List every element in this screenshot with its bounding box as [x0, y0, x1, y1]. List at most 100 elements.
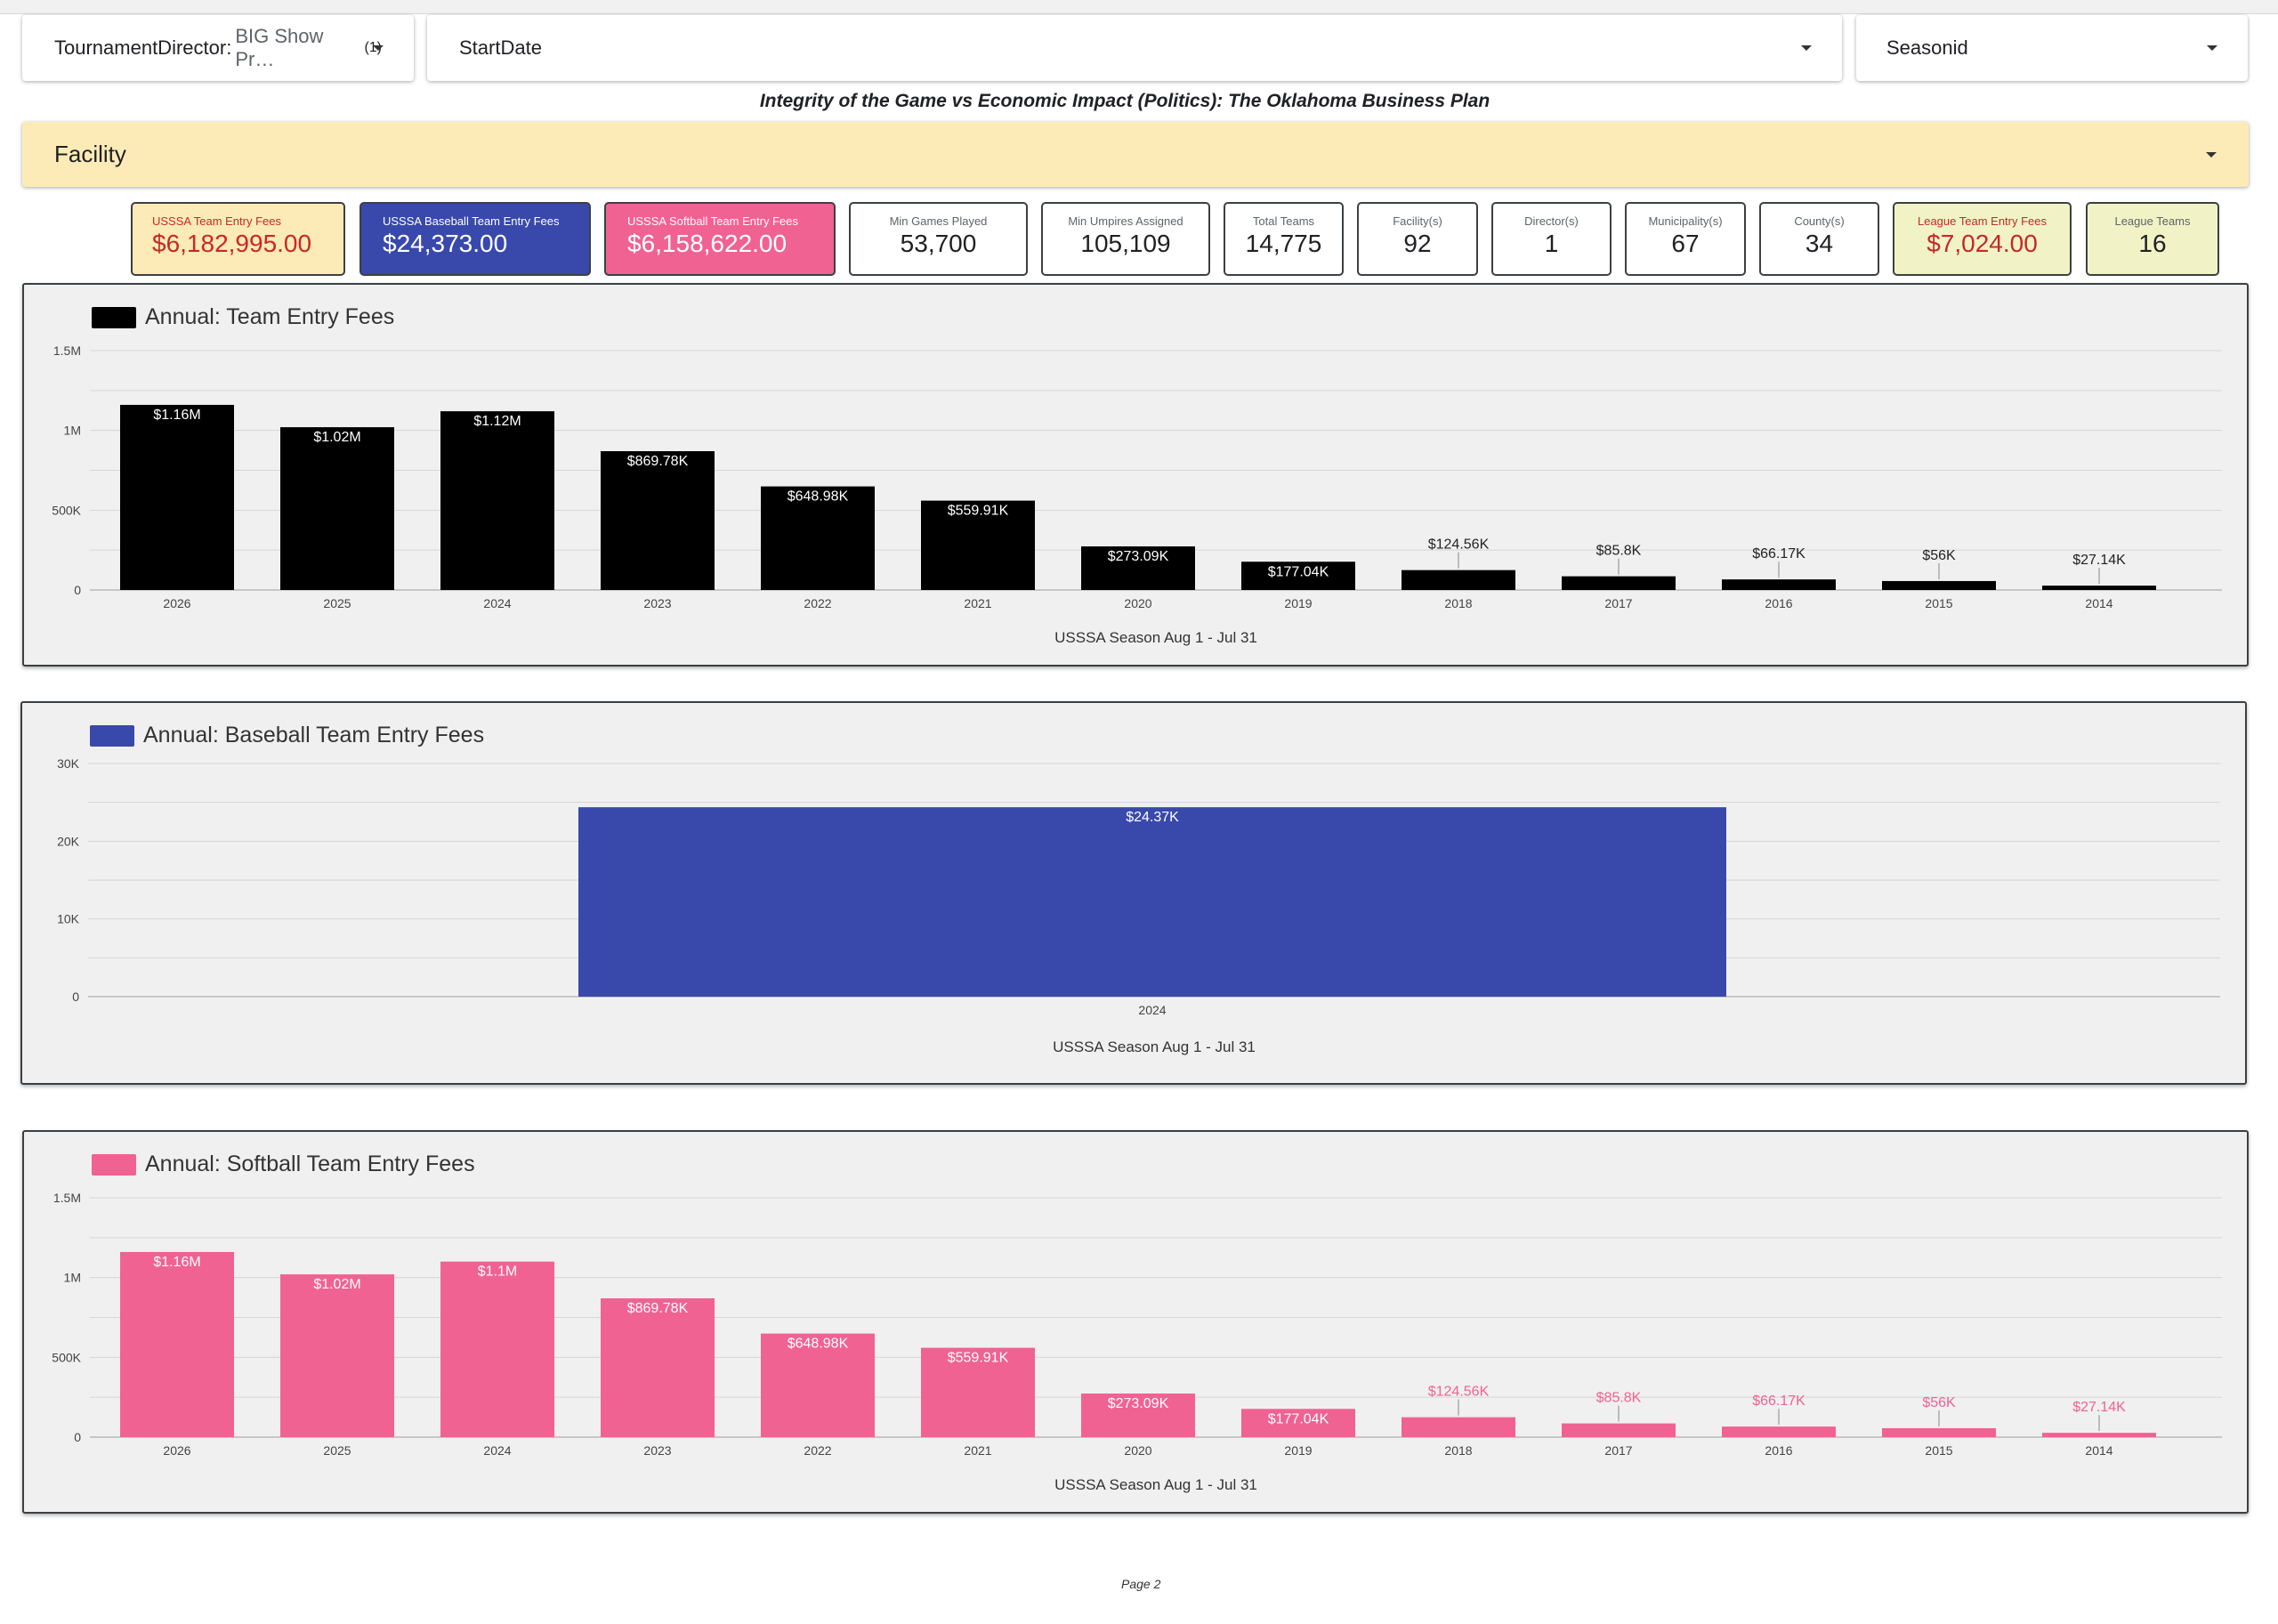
x-tick-label: 2018 [1444, 596, 1472, 610]
x-tick-label: 2024 [483, 596, 511, 610]
x-tick-label: 2020 [1124, 596, 1151, 610]
kpi-label: USSSA Team Entry Fees [152, 214, 281, 228]
kpi-label: Min Umpires Assigned [1068, 214, 1183, 228]
startdate-filter-dropdown[interactable]: StartDate [427, 15, 1842, 81]
data-label: $1.1M [478, 1264, 517, 1280]
x-tick-label: 2017 [1604, 596, 1632, 610]
x-tick-label: 2015 [1925, 1443, 1952, 1458]
facility-filter-label: Facility [54, 141, 126, 167]
kpi-value: 53,700 [900, 230, 977, 257]
bar [601, 451, 715, 590]
data-label: $66.17K [1752, 1394, 1805, 1409]
kpi-facilities: Facility(s) 92 [1357, 202, 1478, 276]
data-label: $27.14K [2072, 553, 2126, 568]
x-axis-label: USSSA Season Aug 1 - Jul 31 [1053, 1038, 1256, 1055]
x-tick-label: 2014 [2085, 596, 2112, 610]
data-label: $85.8K [1596, 544, 1642, 559]
data-label: $273.09K [1108, 549, 1169, 564]
bar [120, 1251, 234, 1437]
team-entry-fees-chart: 0 500K 1M 1.5M $1.16M 2026 $1.02M 2025 $1.12M 202… [52, 343, 2222, 646]
x-tick-label: 2020 [1124, 1443, 1151, 1458]
kpi-label: USSSA Baseball Team Entry Fees [383, 214, 560, 228]
facility-filter-dropdown[interactable]: Facility [22, 122, 2249, 187]
x-tick-label: 2014 [2085, 1443, 2112, 1458]
kpi-min-umpires-assigned: Min Umpires Assigned 105,109 [1041, 202, 1210, 276]
y-tick-label: 10K [57, 912, 80, 926]
data-label: $66.17K [1752, 546, 1805, 562]
x-tick-label: 2019 [1284, 596, 1312, 610]
bar [280, 1274, 394, 1437]
softball-entry-fees-chart-panel: Annual: Softball Team Entry Fees 0 500K 1M… [22, 1130, 2249, 1514]
kpi-league-team-entry-fees: League Team Entry Fees $7,024.00 [1893, 202, 2072, 276]
y-tick-label: 1M [64, 1271, 81, 1285]
director-filter-value: BIG Show Pr… [235, 25, 324, 70]
top-bar [0, 0, 2278, 14]
kpi-value: $7,024.00 [1927, 230, 2038, 257]
bar [280, 427, 394, 590]
x-tick-label: 2019 [1284, 1443, 1312, 1458]
bar [1882, 1427, 1996, 1437]
chevron-down-icon [1801, 45, 1812, 51]
x-axis-label: USSSA Season Aug 1 - Jul 31 [1054, 629, 1257, 646]
kpi-label: USSSA Softball Team Entry Fees [627, 214, 798, 228]
y-tick-label: 500K [52, 1350, 81, 1364]
x-tick-label: 2024 [483, 1443, 511, 1458]
y-tick-label: 0 [74, 1430, 81, 1444]
startdate-filter-label: StartDate [459, 36, 542, 59]
kpi-value: 105,109 [1080, 230, 1171, 257]
softball-entry-fees-chart: 0 500K 1M 1.5M $1.16M 2026 $1.02M 2025 $1.1M 2024… [52, 1191, 2222, 1493]
data-label: $869.78K [627, 454, 689, 469]
director-filter-dropdown[interactable]: TournamentDirector: BIG Show Pr… (1) [22, 15, 414, 81]
data-label: $27.14K [2072, 1400, 2126, 1415]
data-label: $124.56K [1428, 1385, 1490, 1400]
kpi-usssa-team-entry-fees: USSSA Team Entry Fees $6,182,995.00 [131, 202, 345, 276]
data-label: $124.56K [1428, 537, 1490, 553]
x-tick-label: 2016 [1765, 596, 1792, 610]
y-tick-label: 20K [57, 834, 80, 848]
y-tick-label: 1.5M [53, 343, 81, 358]
kpi-label: Director(s) [1524, 214, 1579, 228]
bar [1722, 579, 1836, 590]
bar [440, 411, 554, 590]
y-tick-label: 0 [74, 583, 81, 597]
x-tick-label: 2025 [323, 1443, 351, 1458]
y-tick-label: 1M [64, 424, 81, 438]
kpi-label: League Teams [2114, 214, 2191, 228]
y-tick-label: 500K [52, 503, 81, 517]
kpi-min-games-played: Min Games Played 53,700 [849, 202, 1028, 276]
kpi-counties: County(s) 34 [1759, 202, 1879, 276]
bar [578, 807, 1726, 997]
data-label: $648.98K [788, 1337, 849, 1352]
kpi-total-teams: Total Teams 14,775 [1224, 202, 1344, 276]
data-label: $177.04K [1268, 1411, 1329, 1426]
x-tick-label: 2021 [964, 1443, 991, 1458]
x-tick-label: 2016 [1765, 1443, 1792, 1458]
chevron-down-icon [2206, 152, 2217, 158]
x-tick-label: 2021 [964, 596, 991, 610]
data-label: $56K [1922, 548, 1956, 563]
kpi-label: Total Teams [1252, 214, 1315, 228]
y-tick-label: 30K [57, 756, 80, 771]
data-label: $1.02M [313, 1277, 360, 1292]
page-footer: Page 2 [1121, 1577, 1161, 1591]
kpi-league-teams: League Teams 16 [2086, 202, 2219, 276]
kpi-softball-team-entry-fees: USSSA Softball Team Entry Fees $6,158,62… [604, 202, 836, 276]
data-label: $1.16M [153, 1255, 200, 1270]
x-tick-label: 2026 [163, 1443, 190, 1458]
bar [440, 1261, 554, 1437]
kpi-value: 16 [2138, 230, 2167, 257]
team-entry-fees-chart-panel: Annual: Team Entry Fees 0 500K 1M 1.5M $1.16… [22, 283, 2249, 667]
x-tick-label: 2018 [1444, 1443, 1472, 1458]
kpi-directors: Director(s) 1 [1491, 202, 1612, 276]
x-tick-label: 2023 [643, 1443, 671, 1458]
data-label: $177.04K [1268, 564, 1329, 579]
bar [1882, 580, 1996, 590]
x-tick-label: 2025 [323, 596, 351, 610]
seasonid-filter-dropdown[interactable]: Seasonid [1856, 15, 2248, 81]
x-axis-label: USSSA Season Aug 1 - Jul 31 [1054, 1476, 1257, 1493]
kpi-label: Municipality(s) [1648, 214, 1723, 228]
bar [1562, 1423, 1676, 1437]
data-label: $559.91K [948, 504, 1009, 519]
data-label: $1.12M [473, 414, 521, 429]
seasonid-filter-label: Seasonid [1886, 36, 1968, 59]
